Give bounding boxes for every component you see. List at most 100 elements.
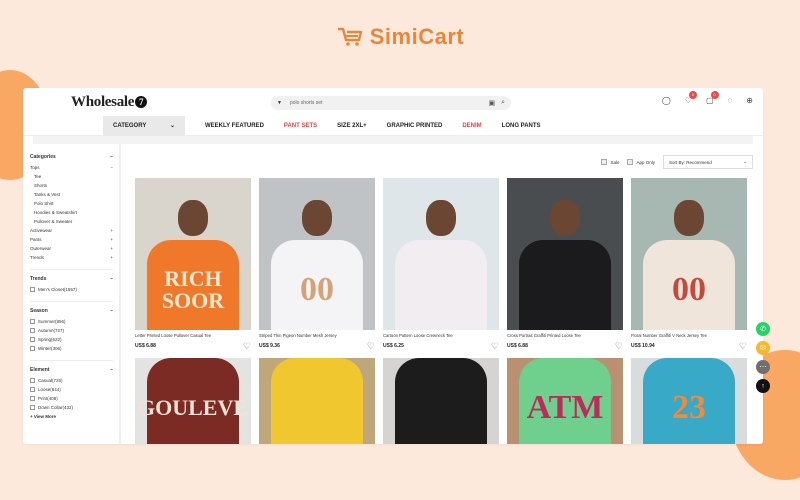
- product-card[interactable]: 00 Floral Number Graffiti V Neck Jersey T…: [631, 178, 747, 351]
- product-card[interactable]: GOULEVE: [135, 358, 251, 444]
- filter-label: Loose(644): [38, 387, 61, 392]
- chat-icon[interactable]: ✉: [756, 341, 770, 355]
- product-image[interactable]: [383, 178, 499, 330]
- product-image[interactable]: [383, 358, 499, 444]
- heart-icon[interactable]: ♡: [243, 342, 251, 351]
- category-shorts[interactable]: Shorts: [34, 181, 47, 190]
- product-card[interactable]: Cross Portrait Graffiti Printed Loose Te…: [507, 178, 623, 351]
- category-hoodies[interactable]: Hoodies & Sweatshirt: [34, 208, 77, 217]
- filter-sidebar: Categories − Tops − Tee Shorts Tanks & Ves…: [23, 144, 121, 444]
- product-card[interactable]: Cartoon Pattern Loose Crewneck Tee US$ 6.…: [383, 178, 499, 351]
- filter-checkbox[interactable]: Men's Closet(1557): [30, 285, 113, 294]
- collapse-icon[interactable]: −: [110, 276, 113, 282]
- sale-label: Sale: [610, 159, 620, 165]
- whatsapp-header-icon[interactable]: ◌: [728, 96, 733, 105]
- product-title[interactable]: Floral Number Graffiti V Neck Jersey Tee: [631, 333, 747, 339]
- product-image[interactable]: [507, 178, 623, 330]
- account-icon[interactable]: ◯: [662, 96, 671, 105]
- product-image[interactable]: 23: [631, 358, 747, 444]
- product-shirt-graphic: [271, 358, 363, 444]
- expand-icon[interactable]: +: [110, 226, 113, 235]
- search-input[interactable]: polo shorts set: [290, 100, 489, 106]
- filter-checkbox[interactable]: Winter(306): [30, 344, 113, 353]
- category-pants[interactable]: Pants: [30, 235, 42, 244]
- search-bar[interactable]: ▼ polo shorts set ▣ ⌕: [271, 96, 511, 110]
- category-tanks[interactable]: Tanks & Vest: [34, 190, 60, 199]
- collapse-icon[interactable]: −: [110, 367, 113, 373]
- product-card[interactable]: ATM: [507, 358, 623, 444]
- nav-pant-sets[interactable]: PANT SETS: [284, 123, 317, 129]
- product-shirt-graphic: [519, 240, 611, 330]
- back-to-top-icon[interactable]: ↑: [756, 379, 770, 393]
- product-image[interactable]: RICH SOOR: [135, 178, 251, 330]
- store-logo[interactable]: Wholesale 7: [71, 94, 148, 111]
- category-tee[interactable]: Tee: [34, 172, 41, 181]
- view-more-link[interactable]: + View More: [30, 414, 113, 419]
- product-title[interactable]: Letter Printed Loose Pullover Casual Tee: [135, 333, 251, 339]
- filter-checkbox[interactable]: Loose(644): [30, 385, 113, 394]
- filter-checkbox[interactable]: Autumn(727): [30, 326, 113, 335]
- category-trends[interactable]: Trends: [30, 253, 44, 262]
- category-activewear[interactable]: Activewear: [30, 226, 52, 235]
- product-title[interactable]: Cartoon Pattern Loose Crewneck Tee: [383, 333, 499, 339]
- category-polo[interactable]: Polo Shirt: [34, 199, 54, 208]
- filter-checkbox[interactable]: Down Collar(432): [30, 403, 113, 412]
- category-outerwear[interactable]: Outerwear: [30, 244, 51, 253]
- heart-icon[interactable]: ♡: [367, 342, 375, 351]
- more-icon[interactable]: ⋯: [756, 360, 770, 374]
- floating-actions: ✆ ✉ ⋯ ↑: [756, 322, 770, 393]
- search-icon[interactable]: ⌕: [501, 99, 505, 107]
- sale-filter[interactable]: Sale: [601, 159, 619, 165]
- language-icon[interactable]: ⊕: [746, 96, 753, 105]
- product-price: US$ 10.94: [631, 343, 655, 349]
- nav-graphic-printed[interactable]: GRAPHIC PRINTED: [387, 123, 443, 129]
- product-shirt-graphic: ATM: [519, 358, 611, 444]
- sort-select[interactable]: Sort By: Recommend ⌄: [663, 155, 753, 169]
- heart-icon[interactable]: ♡: [615, 342, 623, 351]
- collapse-icon[interactable]: −: [110, 163, 113, 172]
- collapse-icon[interactable]: −: [110, 154, 113, 160]
- product-title[interactable]: Striped Thin Pigeon Number Mesh Jersey: [259, 333, 375, 339]
- product-image[interactable]: 00: [259, 178, 375, 330]
- product-image[interactable]: [259, 358, 375, 444]
- category-tops[interactable]: Tops: [30, 163, 40, 172]
- filter-label: Winter(306): [38, 346, 62, 351]
- product-title[interactable]: Cross Portrait Graffiti Printed Loose Te…: [507, 333, 623, 339]
- product-card[interactable]: 00 Striped Thin Pigeon Number Mesh Jersey…: [259, 178, 375, 351]
- app-only-filter[interactable]: App Only: [627, 159, 655, 165]
- filter-checkbox[interactable]: Casual(725): [30, 376, 113, 385]
- product-card[interactable]: 23: [631, 358, 747, 444]
- product-image[interactable]: GOULEVE: [135, 358, 251, 444]
- product-image[interactable]: 00: [631, 178, 747, 330]
- filter-checkbox[interactable]: Summer(856): [30, 317, 113, 326]
- cart-icon[interactable]: ▢ 0: [706, 91, 719, 105]
- category-pullover[interactable]: Pullover & Sweater: [34, 217, 72, 226]
- filter-checkbox[interactable]: Print(408): [30, 394, 113, 403]
- heart-icon[interactable]: ♡: [491, 342, 499, 351]
- whatsapp-icon[interactable]: ✆: [756, 322, 770, 336]
- product-shirt-graphic: RICH SOOR: [147, 240, 239, 330]
- product-price: US$ 6.88: [507, 343, 528, 349]
- expand-icon[interactable]: +: [110, 253, 113, 262]
- filter-checkbox[interactable]: Spring(622): [30, 335, 113, 344]
- product-card[interactable]: [259, 358, 375, 444]
- product-card[interactable]: RICH SOOR Letter Printed Loose Pullover Ca…: [135, 178, 251, 351]
- search-dropdown-icon[interactable]: ▼: [277, 100, 282, 106]
- product-card[interactable]: [383, 358, 499, 444]
- nav-size-2xl[interactable]: SIZE 2XL+: [337, 123, 367, 129]
- storefront-window: Wholesale 7 ▼ polo shorts set ▣ ⌕ ◯ ♡ 0 ▢…: [23, 88, 763, 444]
- collapse-icon[interactable]: −: [110, 308, 113, 314]
- wishlist-icon[interactable]: ♡ 0: [685, 91, 697, 105]
- heart-icon[interactable]: ♡: [739, 342, 747, 351]
- expand-icon[interactable]: +: [110, 244, 113, 253]
- product-price: US$ 6.25: [383, 343, 404, 349]
- category-dropdown[interactable]: CATEGORY ⌄: [103, 115, 185, 136]
- nav-weekly-featured[interactable]: WEEKLY FEATURED: [205, 123, 264, 129]
- nav-denim[interactable]: DENIM: [462, 123, 481, 129]
- product-shirt-graphic: 00: [643, 240, 735, 330]
- expand-icon[interactable]: +: [110, 235, 113, 244]
- filter-label: Spring(622): [38, 337, 62, 342]
- image-search-icon[interactable]: ▣: [488, 99, 495, 107]
- nav-long-pants[interactable]: LONG PANTS: [502, 123, 541, 129]
- product-image[interactable]: ATM: [507, 358, 623, 444]
